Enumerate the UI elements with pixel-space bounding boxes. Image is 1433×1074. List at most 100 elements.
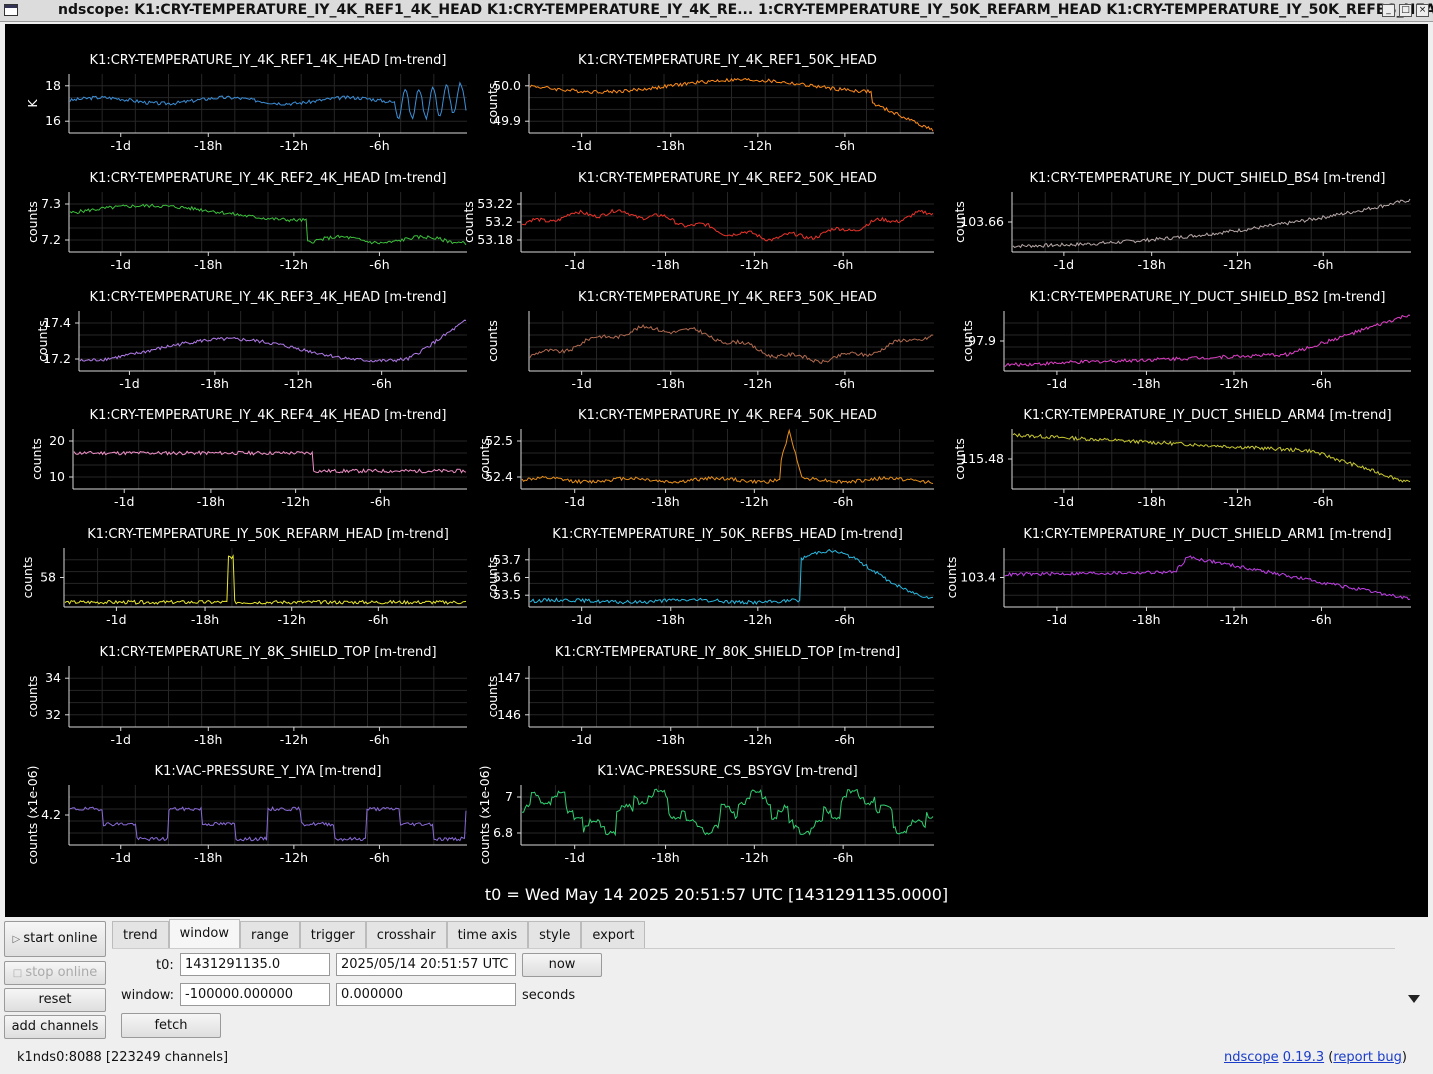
tab-window[interactable]: window	[168, 919, 240, 949]
x-tick-label: -6h	[833, 257, 853, 272]
x-tick-label: -12h	[740, 494, 768, 509]
tab-time-axis[interactable]: time axis	[446, 921, 529, 949]
x-tick-label: -12h	[740, 257, 768, 272]
close-icon[interactable]: ×	[1416, 4, 1429, 17]
y-tick-label: 32	[45, 707, 61, 722]
p-4k-ref3-50k-plot[interactable]: K1:CRY-TEMPERATURE_IY_4K_REF3_50K_HEAD -1…	[485, 290, 934, 391]
window-menu-icon[interactable]	[4, 4, 18, 16]
t0-gps-input[interactable]: 1431291135.0	[180, 953, 330, 976]
p-4k-ref3-4k-plot[interactable]: K1:CRY-TEMPERATURE_IY_4K_REF3_4K_HEAD [m…	[35, 290, 467, 391]
plot-title: K1:CRY-TEMPERATURE_IY_DUCT_SHIELD_ARM4 […	[1023, 408, 1391, 423]
y-axis-label: counts	[477, 438, 492, 480]
t0-field-label: t0:	[156, 958, 174, 973]
x-tick-label: -18h	[651, 257, 679, 272]
start-online-button[interactable]: ▷ start online	[4, 921, 106, 957]
plot-title: K1:CRY-TEMPERATURE_IY_DUCT_SHIELD_BS4 [m…	[1029, 171, 1385, 186]
x-tick-label: -6h	[369, 732, 389, 747]
plot-title: K1:CRY-TEMPERATURE_IY_4K_REF2_50K_HEAD	[578, 171, 877, 186]
p-vac-bsygv-plot[interactable]: K1:VAC-PRESSURE_CS_BSYGV [m-trend] -1d -18…	[477, 764, 934, 865]
x-tick-label: -12h	[280, 138, 308, 153]
plot-grid	[69, 666, 467, 727]
window-field-label: window:	[121, 988, 174, 1003]
p-duct-arm1-plot[interactable]: K1:CRY-TEMPERATURE_IY_DUCT_SHIELD_ARM1 […	[944, 527, 1411, 627]
p-80k-shield-plot[interactable]: K1:CRY-TEMPERATURE_IY_80K_SHIELD_TOP [m-…	[485, 645, 934, 747]
x-tick-label: -12h	[1220, 376, 1248, 391]
tab-divider	[112, 948, 1395, 949]
x-tick-label: -12h	[278, 612, 306, 627]
add-channels-button[interactable]: add channels	[4, 1015, 106, 1039]
minimize-icon[interactable]: _	[1382, 4, 1395, 17]
now-button[interactable]: now	[522, 953, 602, 977]
x-tick-label: -18h	[1137, 494, 1165, 509]
plot-title: K1:CRY-TEMPERATURE_IY_50K_REFARM_HEAD [m…	[87, 527, 449, 542]
x-tick-label: -12h	[740, 850, 768, 865]
plot-title: K1:VAC-PRESSURE_Y_IYA [m-trend]	[155, 764, 382, 779]
p-4k-ref1-50k-plot[interactable]: K1:CRY-TEMPERATURE_IY_4K_REF1_50K_HEAD -1…	[485, 53, 934, 153]
x-tick-label: -6h	[1311, 376, 1331, 391]
fetch-button[interactable]: fetch	[121, 1013, 221, 1038]
window-start-input[interactable]: -100000.000000	[180, 983, 330, 1006]
tab-trend[interactable]: trend	[112, 921, 169, 949]
p-4k-ref4-4k-plot[interactable]: K1:CRY-TEMPERATURE_IY_4K_REF4_4K_HEAD [m…	[29, 408, 467, 509]
p-duct-arm4-plot[interactable]: K1:CRY-TEMPERATURE_IY_DUCT_SHIELD_ARM4 […	[952, 408, 1411, 509]
y-tick-label: 7.3	[41, 196, 61, 211]
plot-grid	[1012, 429, 1411, 489]
play-icon: ▷	[12, 934, 24, 945]
reset-button[interactable]: reset	[4, 988, 106, 1012]
window-end-input[interactable]: 0.000000	[336, 983, 516, 1006]
plot-title: K1:CRY-TEMPERATURE_IY_4K_REF4_4K_HEAD [m…	[90, 408, 447, 423]
tab-style[interactable]: style	[528, 921, 582, 949]
x-tick-label: -18h	[1132, 612, 1160, 627]
plot-title: K1:VAC-PRESSURE_CS_BSYGV [m-trend]	[597, 764, 857, 779]
footer-links: ndscope 0.19.3 (report bug)	[1223, 1050, 1407, 1065]
y-tick-label: 58	[40, 570, 56, 585]
plot-canvas[interactable]: K1:CRY-TEMPERATURE_IY_4K_REF1_4K_HEAD [m…	[5, 24, 1428, 917]
tab-bar: trend window range trigger crosshair time axi…	[112, 919, 646, 949]
plot-grid	[79, 311, 467, 371]
p-duct-bs2-plot[interactable]: K1:CRY-TEMPERATURE_IY_DUCT_SHIELD_BS2 [m…	[960, 290, 1411, 391]
p-4k-ref4-50k-plot[interactable]: K1:CRY-TEMPERATURE_IY_4K_REF4_50K_HEAD -1…	[477, 408, 934, 509]
x-tick-label: -1d	[1054, 494, 1074, 509]
p-8k-shield-plot[interactable]: K1:CRY-TEMPERATURE_IY_8K_SHIELD_TOP [m-t…	[25, 645, 467, 747]
p-duct-bs4-plot[interactable]: K1:CRY-TEMPERATURE_IY_DUCT_SHIELD_BS4 [m…	[952, 171, 1411, 272]
x-tick-label: -18h	[651, 850, 679, 865]
stop-online-button[interactable]: □ stop online	[4, 961, 106, 985]
tab-export[interactable]: export	[581, 921, 646, 949]
p-50k-refarm-plot[interactable]: K1:CRY-TEMPERATURE_IY_50K_REFARM_HEAD [m…	[20, 527, 467, 627]
x-tick-label: -1d	[564, 257, 584, 272]
x-tick-label: -6h	[371, 376, 391, 391]
report-bug-link[interactable]: report bug	[1333, 1050, 1402, 1065]
x-tick-label: -18h	[1132, 376, 1160, 391]
x-tick-label: -18h	[194, 138, 222, 153]
y-axis-label: counts	[485, 557, 500, 599]
y-tick-label: 7	[505, 789, 513, 804]
y-axis-label: counts	[952, 438, 967, 480]
x-tick-label: -1d	[111, 850, 131, 865]
version-link[interactable]: 0.19.3	[1283, 1050, 1324, 1065]
p-vac-iya-plot[interactable]: K1:VAC-PRESSURE_Y_IYA [m-trend] -1d -18h -1…	[25, 764, 467, 865]
p-4k-ref2-50k-plot[interactable]: K1:CRY-TEMPERATURE_IY_4K_REF2_50K_HEAD -1…	[461, 171, 934, 272]
x-tick-label: -12h	[280, 257, 308, 272]
y-axis-label: counts (x1e-06)	[477, 766, 492, 865]
x-tick-label: -12h	[1223, 494, 1251, 509]
ndscope-link[interactable]: ndscope	[1224, 1050, 1279, 1065]
control-panel: ▷ start online □ stop online reset add c…	[0, 917, 1433, 1074]
tab-trigger[interactable]: trigger	[299, 921, 366, 949]
maximize-icon[interactable]: □	[1399, 4, 1412, 17]
p-4k-ref1-4k-plot[interactable]: K1:CRY-TEMPERATURE_IY_4K_REF1_4K_HEAD [m…	[25, 53, 467, 153]
plot-area[interactable]: K1:CRY-TEMPERATURE_IY_4K_REF1_4K_HEAD [m…	[5, 24, 1428, 917]
tab-crosshair[interactable]: crosshair	[365, 921, 447, 949]
x-tick-label: -6h	[1313, 494, 1333, 509]
x-tick-label: -1d	[119, 376, 139, 391]
y-tick-label: 4.2	[41, 807, 61, 822]
tab-range[interactable]: range	[239, 921, 300, 949]
x-tick-label: -18h	[1137, 257, 1165, 272]
expand-arrow-icon[interactable]	[1408, 995, 1420, 1003]
p-4k-ref2-4k-plot[interactable]: K1:CRY-TEMPERATURE_IY_4K_REF2_4K_HEAD [m…	[25, 171, 467, 272]
p-50k-refbs-plot[interactable]: K1:CRY-TEMPERATURE_IY_50K_REFBS_HEAD [m-…	[485, 527, 934, 627]
plot-title: K1:CRY-TEMPERATURE_IY_4K_REF3_4K_HEAD [m…	[90, 290, 447, 305]
x-tick-label: -1d	[111, 732, 131, 747]
y-tick-label: 18	[45, 78, 61, 93]
t0-utc-input[interactable]: 2025/05/14 20:51:57 UTC	[336, 953, 516, 976]
x-tick-label: -6h	[833, 850, 853, 865]
